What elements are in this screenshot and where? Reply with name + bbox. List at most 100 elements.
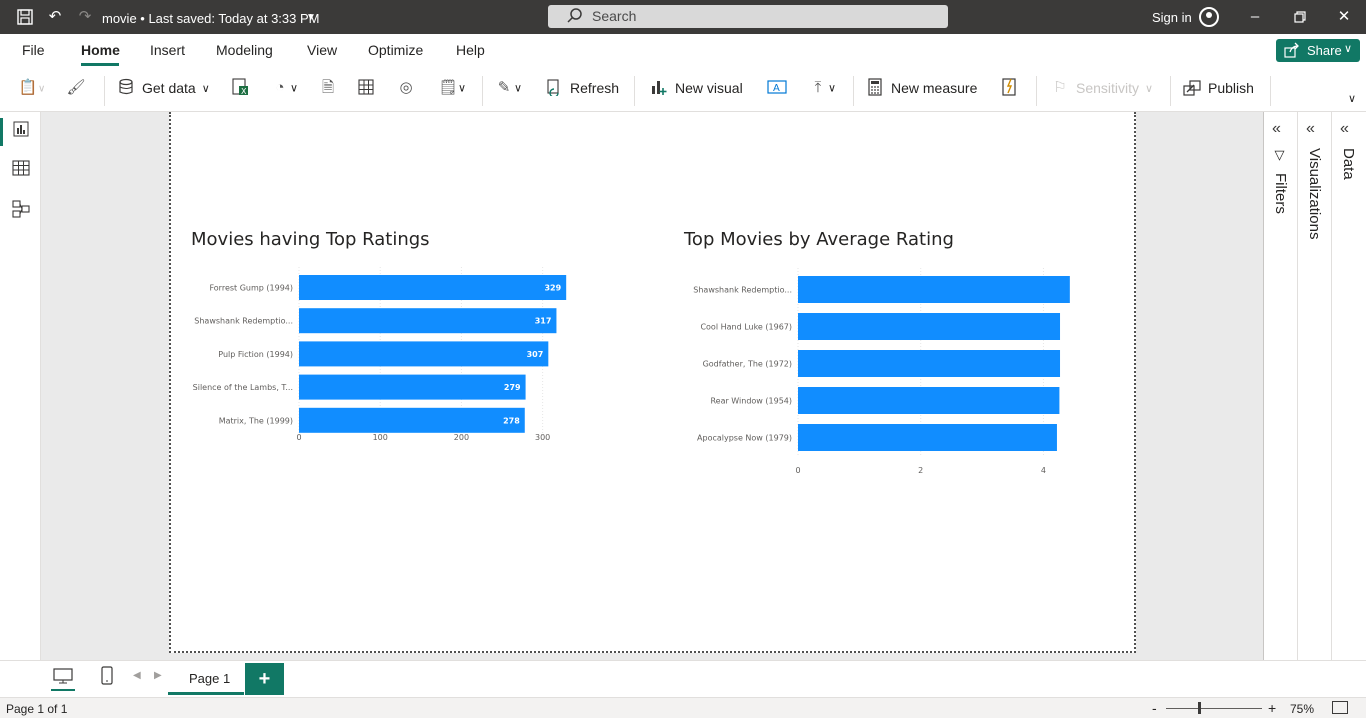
data-label: Data [1340,148,1357,180]
menu-modeling[interactable]: Modeling [216,42,273,58]
category-label: Shawshank Redemptio... [693,286,792,295]
ribbon-toolbar: 📋∨ 🖌 Get data ∨ X ◔ ∨ 🗎 ◎ 🗒∨ ✎ ∨ Refresh Ne… [0,66,1366,112]
database-icon [116,78,136,98]
transform-data-button[interactable]: ✎ ∨ [494,78,522,102]
menu-optimize[interactable]: Optimize [368,42,423,58]
expand-visualizations-icon[interactable]: « [1306,120,1315,138]
zoom-level[interactable]: 75% [1290,702,1314,716]
menu-file[interactable]: File [22,42,45,58]
new-measure-label: New measure [891,80,978,96]
excel-icon: X [230,78,250,98]
paste-button[interactable]: 📋∨ [18,78,46,102]
excel-button[interactable]: X [230,78,250,102]
table-view-icon[interactable] [11,160,31,180]
zoom-slider-thumb[interactable] [1198,702,1201,714]
close-icon[interactable]: ✕ [1334,7,1354,27]
data-pane[interactable]: « Data [1332,112,1366,660]
x-tick-label: 2 [918,466,923,475]
get-data-label: Get data [142,80,196,96]
category-label: Pulp Fiction (1994) [218,350,293,359]
new-measure-button[interactable]: New measure [865,78,977,102]
sign-in-link[interactable]: Sign in [1152,10,1192,25]
zoom-slider[interactable] [1166,708,1262,709]
chart-title: Top Movies by Average Rating [684,229,954,250]
status-bar: Page 1 of 1 - + 75% [0,697,1366,718]
menu-home[interactable]: Home [81,42,120,58]
add-page-button[interactable]: + [245,663,284,695]
minimize-icon[interactable]: – [1245,7,1265,27]
ribbon-separator [634,76,635,106]
text-box-button[interactable]: A [767,78,787,102]
document-title[interactable]: movie • Last saved: Today at 3:33 PM [102,11,319,26]
save-icon[interactable] [16,8,34,26]
chevron-down-icon: ∨ [1344,43,1353,55]
new-visual-label: New visual [675,80,743,96]
sql-button[interactable]: 🗎 [318,78,338,102]
visualizations-pane[interactable]: « Visualizations [1298,112,1332,660]
menu-bar: File Home Insert Modeling View Optimize … [0,34,1366,66]
search-box[interactable]: Search [548,5,948,28]
top-ratings-bar-chart[interactable]: 0 100 200 300 Forrest Gump (1994) 329 Shawshan… [191,262,631,492]
zoom-in-button[interactable]: + [1268,700,1276,716]
get-data-button[interactable]: Get data ∨ [116,78,210,102]
table-icon [356,78,376,98]
undo-icon[interactable]: ↶ [46,8,64,26]
category-label: Silence of the Lambs, T... [193,383,293,392]
average-rating-bar-chart[interactable]: 0 2 4 Shawshank Redemptio... Cool Hand Luke … [684,262,1124,492]
x-tick-label: 300 [535,433,550,442]
paste-icon: 📋 [18,79,38,96]
recent-sources-icon: 🗒 [438,79,458,96]
quick-measure-button[interactable] [999,78,1019,102]
refresh-button[interactable]: Refresh [544,78,619,102]
report-canvas-area: Movies having Top Ratings 0 100 200 300 Forr… [41,112,1263,660]
redo-icon[interactable]: ↷ [76,8,94,26]
model-view-icon[interactable] [11,200,31,220]
more-visuals-button[interactable]: ⤒ ∨ [808,78,836,102]
recent-sources-button[interactable]: 🗒∨ [438,78,466,102]
active-layout-indicator [51,689,75,691]
category-label: Apocalypse Now (1979) [697,434,792,443]
bar [299,341,549,367]
share-button[interactable]: Share ∨ [1276,39,1360,62]
refresh-label: Refresh [570,80,620,96]
expand-data-icon[interactable]: « [1340,120,1349,138]
category-label: Rear Window (1954) [710,397,792,406]
x-tick-label: 4 [1041,466,1046,475]
tab-page-1[interactable]: Page 1 [168,661,244,695]
onelake-button[interactable]: ◔ ∨ [270,78,298,102]
avatar-icon[interactable] [1199,7,1219,27]
page-count: Page 1 of 1 [6,702,68,716]
dataverse-button[interactable]: ◎ [396,78,416,102]
chevron-down-icon: ∨ [458,82,467,95]
chevron-down-icon: ∨ [514,82,523,95]
format-painter-button[interactable]: 🖌 [66,78,86,102]
publish-button[interactable]: Publish [1182,78,1254,102]
search-icon [566,7,584,28]
quick-measure-icon [999,78,1019,98]
filters-pane[interactable]: « ▽ Filters [1264,112,1298,660]
new-visual-icon [649,78,669,98]
menu-view[interactable]: View [307,42,337,58]
maximize-icon[interactable] [1290,7,1310,27]
chevron-down-icon: ∨ [290,82,299,95]
title-dropdown-icon[interactable]: ▼ [302,9,320,27]
enter-data-button[interactable] [356,78,376,102]
zoom-out-button[interactable]: - [1152,700,1157,716]
publish-label: Publish [1208,80,1254,96]
sensitivity-button[interactable]: ⚐ Sensitivity ∨ [1050,78,1153,102]
menu-help[interactable]: Help [456,42,485,58]
svg-text:X: X [241,87,247,96]
menu-insert[interactable]: Insert [150,42,185,58]
fit-to-page-icon[interactable] [1332,701,1348,714]
report-view-icon[interactable] [11,121,31,141]
next-page-icon[interactable]: ▶ [154,670,162,681]
expand-filters-icon[interactable]: « [1272,120,1281,138]
new-visual-button[interactable]: New visual [649,78,743,102]
data-label: 278 [503,416,520,425]
bar [798,350,1061,377]
sensitivity-label: Sensitivity [1076,80,1140,96]
report-page[interactable]: Movies having Top Ratings 0 100 200 300 Forr… [169,112,1136,653]
mobile-layout-icon[interactable] [100,666,114,691]
prev-page-icon[interactable]: ◀ [133,670,141,681]
bar [299,275,567,300]
